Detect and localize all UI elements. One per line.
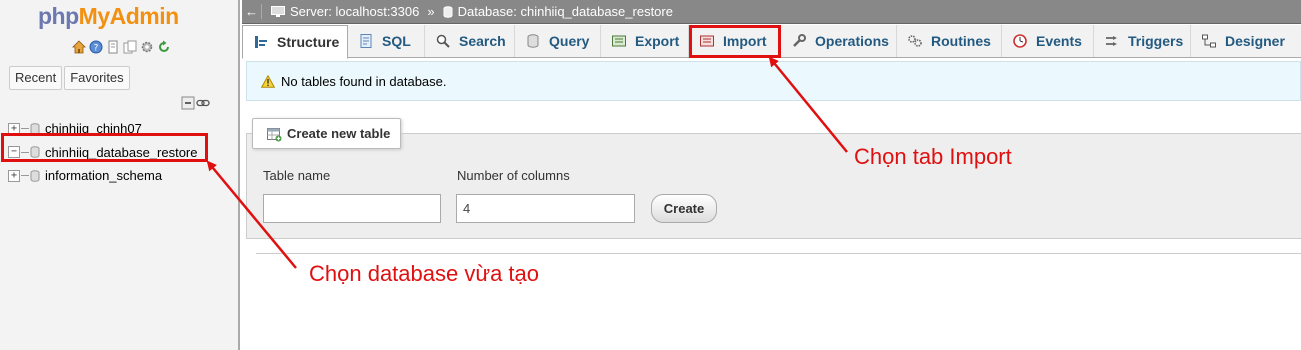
tab-label: Export <box>635 33 680 49</box>
create-table-legend: Create new table <box>252 118 402 149</box>
tab-designer[interactable]: Designer <box>1191 25 1297 57</box>
collapse-all-icon[interactable] <box>181 96 195 110</box>
tab-label: Triggers <box>1128 33 1184 49</box>
phpmyadmin-logo[interactable]: phpMyAdmin <box>38 3 179 30</box>
database-icon <box>30 169 40 182</box>
recent-tab[interactable]: Recent <box>9 66 63 90</box>
legend-text: Create new table <box>287 126 391 141</box>
tab-search[interactable]: Search <box>425 25 515 57</box>
create-button[interactable]: Create <box>651 194 717 223</box>
favorites-tab[interactable]: Favorites <box>64 66 130 90</box>
import-highlight-box <box>689 25 781 58</box>
expand-icon[interactable]: + <box>8 169 20 182</box>
new-table-icon <box>267 127 282 141</box>
server-icon <box>271 5 285 17</box>
link-icon[interactable] <box>196 96 210 110</box>
tab-structure[interactable]: Structure <box>242 25 348 59</box>
logo-php-text: php <box>38 3 79 29</box>
database-item[interactable]: + information_schema <box>8 164 198 188</box>
tree-connector <box>21 175 29 177</box>
nav-icon-bar: ? <box>72 40 171 54</box>
columns-label: Number of columns <box>457 168 570 183</box>
navigation-panel: phpMyAdmin ? Recent Favorites + chinhiiq… <box>0 0 240 350</box>
back-arrow-icon[interactable]: ← <box>242 4 262 19</box>
annotation-database: Chọn database vừa tạo <box>309 261 540 286</box>
divider <box>256 253 1301 254</box>
routines-icon <box>908 35 922 47</box>
tab-triggers[interactable]: Triggers <box>1094 25 1191 57</box>
logo-myadmin-text: MyAdmin <box>78 3 180 29</box>
copy-icon[interactable] <box>123 40 137 54</box>
sql-icon <box>360 34 372 48</box>
tab-operations[interactable]: Operations <box>781 25 897 57</box>
settings-gear-icon[interactable] <box>140 40 154 54</box>
notice-text: No tables found in database. <box>281 73 447 89</box>
tab-label: Events <box>1036 33 1082 49</box>
tab-export[interactable]: Export <box>601 25 689 57</box>
svg-text:?: ? <box>94 44 99 54</box>
structure-icon <box>255 36 267 48</box>
tab-sql[interactable]: SQL <box>348 25 425 57</box>
notice-message: No tables found in database. <box>246 61 1301 101</box>
breadcrumb: ← Server: localhost:3306 » Database: chi… <box>242 0 1301 24</box>
wrench-icon <box>793 34 806 47</box>
tab-label: Search <box>459 33 506 49</box>
export-icon <box>612 35 626 47</box>
tab-label: Structure <box>277 34 340 50</box>
reload-icon[interactable] <box>157 40 171 54</box>
triggers-icon <box>1106 36 1117 46</box>
tab-label: Designer <box>1225 33 1285 49</box>
database-label[interactable]: Database: chinhiiq_database_restore <box>458 4 673 19</box>
tab-label: Routines <box>931 33 991 49</box>
breadcrumb-database[interactable]: Database: chinhiiq_database_restore <box>443 4 673 19</box>
breadcrumb-separator: » <box>427 4 435 19</box>
home-icon[interactable] <box>72 40 86 54</box>
create-table-fieldset <box>246 133 1301 239</box>
database-icon <box>443 5 453 18</box>
tree-controls <box>181 96 210 110</box>
tab-label: Operations <box>815 33 889 49</box>
warning-icon <box>261 74 275 88</box>
table-name-label: Table name <box>263 168 331 183</box>
tab-query[interactable]: Query <box>515 25 601 57</box>
tab-label: Query <box>549 33 590 49</box>
database-name[interactable]: information_schema <box>45 168 162 183</box>
database-highlight-box <box>1 133 208 162</box>
annotation-import: Chọn tab Import <box>854 144 1012 169</box>
table-name-input[interactable] <box>263 194 441 223</box>
logout-icon[interactable]: ? <box>89 40 103 54</box>
tab-events[interactable]: Events <box>1002 25 1094 57</box>
server-label[interactable]: Server: localhost:3306 <box>290 4 419 19</box>
designer-icon <box>1202 34 1216 48</box>
search-icon <box>436 34 450 48</box>
breadcrumb-server[interactable]: Server: localhost:3306 <box>271 4 419 19</box>
tab-routines[interactable]: Routines <box>897 25 1002 57</box>
columns-input[interactable] <box>456 194 635 223</box>
nav-tabs: Recent Favorites <box>9 66 130 90</box>
tree-connector <box>21 128 29 130</box>
tab-label: SQL <box>382 33 411 49</box>
clock-icon <box>1013 34 1027 48</box>
query-icon <box>527 34 539 48</box>
docs-icon[interactable] <box>106 40 120 54</box>
